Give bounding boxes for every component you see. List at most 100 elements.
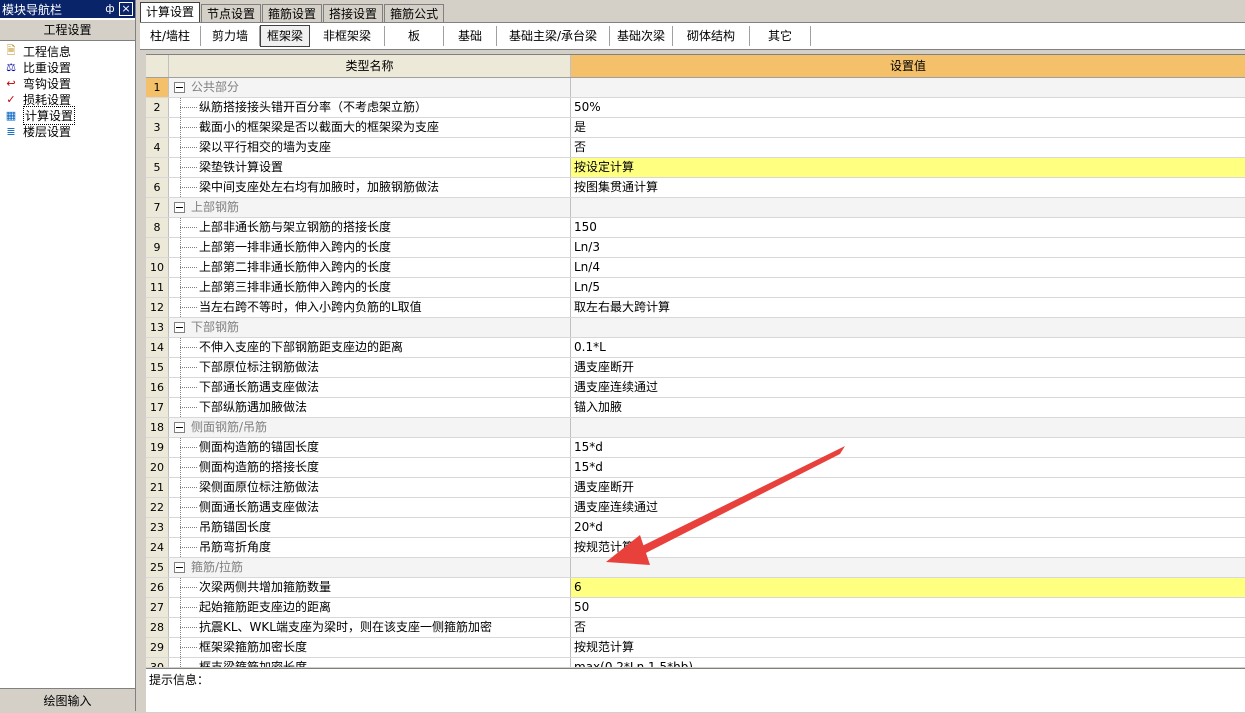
group-row[interactable]: 18 侧面钢筋/吊筋 (146, 418, 1245, 438)
subtab-0[interactable]: 柱/墙柱 (140, 26, 201, 46)
row-value-cell[interactable]: 遇支座断开 (571, 358, 1245, 377)
row-value-cell[interactable]: 50 (571, 598, 1245, 617)
table-row[interactable]: 22 侧面通长筋遇支座做法 遇支座连续通过 (146, 498, 1245, 518)
row-value-cell[interactable]: Ln/5 (571, 278, 1245, 297)
tree-line-icon (169, 178, 199, 197)
table-row[interactable]: 8 上部非通长筋与架立钢筋的搭接长度 150 (146, 218, 1245, 238)
row-value-cell[interactable]: 50% (571, 98, 1245, 117)
close-icon[interactable]: × (119, 2, 133, 16)
row-value-cell[interactable]: 是 (571, 118, 1245, 137)
table-row[interactable]: 14 不伸入支座的下部钢筋距支座边的距离 0.1*L (146, 338, 1245, 358)
table-row[interactable]: 16 下部通长筋遇支座做法 遇支座连续通过 (146, 378, 1245, 398)
row-value-cell[interactable]: 遇支座连续通过 (571, 498, 1245, 517)
collapse-icon[interactable] (174, 202, 185, 213)
row-value-cell[interactable]: 遇支座断开 (571, 478, 1245, 497)
table-row[interactable]: 4 梁以平行相交的墙为支座 否 (146, 138, 1245, 158)
group-row[interactable]: 13 下部钢筋 (146, 318, 1245, 338)
tab-1[interactable]: 节点设置 (201, 4, 262, 23)
row-value-cell[interactable]: 取左右最大跨计算 (571, 298, 1245, 317)
collapse-icon[interactable] (174, 562, 185, 573)
info-panel: 提示信息： (146, 668, 1245, 712)
row-value-cell[interactable]: 按规范计算 (571, 538, 1245, 557)
row-value-cell[interactable] (571, 78, 1245, 97)
table-row[interactable]: 2 纵筋搭接接头错开百分率（不考虑架立筋） 50% (146, 98, 1245, 118)
nav-item-hook[interactable]: ↩ 弯钩设置 (0, 75, 135, 91)
table-row[interactable]: 17 下部纵筋遇加腋做法 锚入加腋 (146, 398, 1245, 418)
nav-bottom-button[interactable]: 绘图输入 (0, 688, 135, 711)
table-row[interactable]: 11 上部第三排非通长筋伸入跨内的长度 Ln/5 (146, 278, 1245, 298)
row-value-cell[interactable]: 锚入加腋 (571, 398, 1245, 417)
row-value-cell[interactable]: Ln/3 (571, 238, 1245, 257)
table-row[interactable]: 5 梁垫铁计算设置 按设定计算 (146, 158, 1245, 178)
row-value-cell[interactable]: 按图集贯通计算 (571, 178, 1245, 197)
collapse-icon[interactable] (174, 82, 185, 93)
row-name: 梁中间支座处左右均有加腋时，加腋钢筋做法 (199, 180, 440, 194)
table-row[interactable]: 3 截面小的框架梁是否以截面大的框架梁为支座 是 (146, 118, 1245, 138)
row-value-cell[interactable]: 20*d (571, 518, 1245, 537)
row-value-cell[interactable]: Ln/4 (571, 258, 1245, 277)
table-row[interactable]: 23 吊筋锚固长度 20*d (146, 518, 1245, 538)
row-value-cell[interactable]: 6 (571, 578, 1245, 597)
row-number: 3 (146, 118, 169, 137)
table-row[interactable]: 9 上部第一排非通长筋伸入跨内的长度 Ln/3 (146, 238, 1245, 258)
pin-icon[interactable]: ф (103, 2, 117, 16)
subtab-6[interactable]: 基础主梁/承台梁 (497, 26, 610, 46)
row-number: 21 (146, 478, 169, 497)
row-value-cell[interactable]: 0.1*L (571, 338, 1245, 357)
nav-item-ratio[interactable]: ⚖ 比重设置 (0, 59, 135, 75)
nav-title-bar: 模块导航栏 ф × (0, 0, 135, 18)
row-value-cell[interactable]: 15*d (571, 458, 1245, 477)
table-row[interactable]: 10 上部第二排非通长筋伸入跨内的长度 Ln/4 (146, 258, 1245, 278)
table-row[interactable]: 24 吊筋弯折角度 按规范计算 (146, 538, 1245, 558)
table-row[interactable]: 29 框架梁箍筋加密长度 按规范计算 (146, 638, 1245, 658)
table-row[interactable]: 19 侧面构造筋的锚固长度 15*d (146, 438, 1245, 458)
subtab-9[interactable]: 其它 (750, 26, 811, 46)
subtab-4[interactable]: 板 (385, 26, 444, 46)
nav-item-calc[interactable]: ▦ 计算设置 (0, 105, 135, 125)
table-row[interactable]: 12 当左右跨不等时，伸入小跨内负筋的L取值 取左右最大跨计算 (146, 298, 1245, 318)
group-row[interactable]: 25 箍筋/拉筋 (146, 558, 1245, 578)
subtab-2[interactable]: 框架梁 (260, 25, 310, 47)
row-number: 26 (146, 578, 169, 597)
table-row[interactable]: 30 框支梁箍筋加密长度 max(0.2*Ln,1.5*hb) (146, 658, 1245, 667)
nav-section-header[interactable]: 工程设置 (0, 20, 135, 41)
row-value-cell[interactable]: max(0.2*Ln,1.5*hb) (571, 658, 1245, 667)
row-value-cell[interactable]: 15*d (571, 438, 1245, 457)
settings-tabs: 计算设置 节点设置 箍筋设置 搭接设置 箍筋公式 (140, 2, 445, 23)
row-value-cell[interactable] (571, 318, 1245, 337)
table-row[interactable]: 27 起始箍筋距支座边的距离 50 (146, 598, 1245, 618)
table-row[interactable]: 21 梁侧面原位标注筋做法 遇支座断开 (146, 478, 1245, 498)
row-value-cell[interactable]: 按规范计算 (571, 638, 1245, 657)
row-value-cell[interactable]: 否 (571, 618, 1245, 637)
tree-line-icon (169, 598, 199, 617)
row-name-cell: 侧面通长筋遇支座做法 (169, 498, 571, 517)
table-row[interactable]: 26 次梁两侧共增加箍筋数量 6 (146, 578, 1245, 598)
tab-3[interactable]: 搭接设置 (323, 4, 384, 23)
row-value-cell[interactable]: 按设定计算 (571, 158, 1245, 177)
subtab-1[interactable]: 剪力墙 (201, 26, 260, 46)
subtab-7[interactable]: 基础次梁 (610, 26, 673, 46)
row-value-cell[interactable] (571, 418, 1245, 437)
row-value-cell[interactable] (571, 558, 1245, 577)
tree-line-icon (169, 298, 199, 317)
row-value-cell[interactable]: 150 (571, 218, 1245, 237)
row-value-cell[interactable]: 否 (571, 138, 1245, 157)
subtab-8[interactable]: 砌体结构 (673, 26, 750, 46)
tab-4[interactable]: 箍筋公式 (384, 4, 445, 23)
subtab-3[interactable]: 非框架梁 (310, 26, 385, 46)
collapse-icon[interactable] (174, 422, 185, 433)
table-row[interactable]: 6 梁中间支座处左右均有加腋时，加腋钢筋做法 按图集贯通计算 (146, 178, 1245, 198)
tab-0[interactable]: 计算设置 (140, 2, 201, 23)
group-row[interactable]: 7 上部钢筋 (146, 198, 1245, 218)
table-row[interactable]: 28 抗震KL、WKL端支座为梁时，则在该支座一侧箍筋加密 否 (146, 618, 1245, 638)
nav-item-project-info[interactable]: 🗎 工程信息 (0, 43, 135, 59)
row-value-cell[interactable] (571, 198, 1245, 217)
row-value-cell[interactable]: 遇支座连续通过 (571, 378, 1245, 397)
nav-item-floor[interactable]: ≣ 楼层设置 (0, 123, 135, 139)
subtab-5[interactable]: 基础 (444, 26, 497, 46)
table-row[interactable]: 15 下部原位标注钢筋做法 遇支座断开 (146, 358, 1245, 378)
group-row[interactable]: 1 公共部分 (146, 78, 1245, 98)
collapse-icon[interactable] (174, 322, 185, 333)
tab-2[interactable]: 箍筋设置 (262, 4, 323, 23)
table-row[interactable]: 20 侧面构造筋的搭接长度 15*d (146, 458, 1245, 478)
